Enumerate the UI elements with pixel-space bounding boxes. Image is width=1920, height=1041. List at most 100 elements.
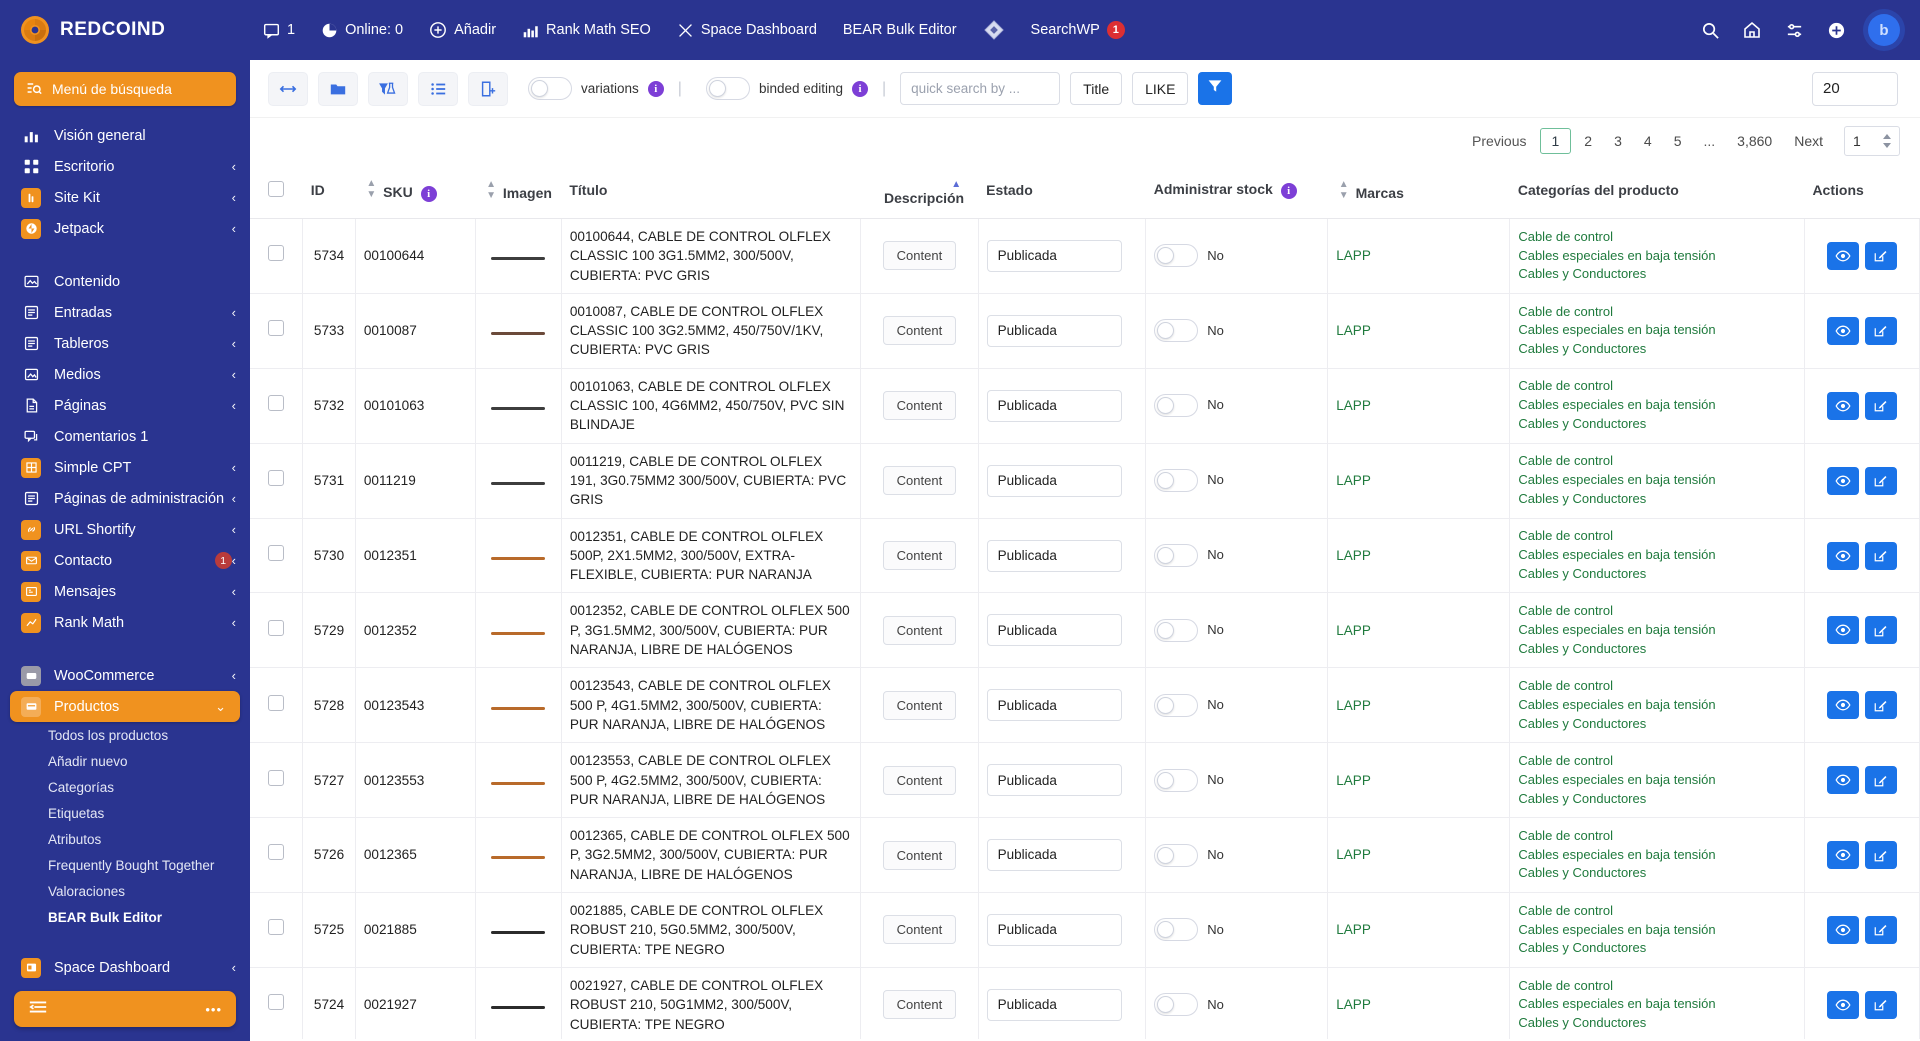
sidebar-item-rank-math[interactable]: Rank Math ‹ xyxy=(0,607,250,638)
view-product-button[interactable] xyxy=(1826,691,1859,720)
submenu-valoraciones[interactable]: Valoraciones xyxy=(0,878,250,904)
th-imagen[interactable]: ▲ ▼ Imagen xyxy=(475,164,562,219)
edit-product-button[interactable] xyxy=(1864,990,1897,1019)
th-sku[interactable]: ▲ ▼ SKU i xyxy=(355,164,476,219)
brand-link[interactable]: LAPP xyxy=(1336,847,1371,862)
collapse-menu-button[interactable]: ••• xyxy=(14,991,236,1027)
sort-icon[interactable]: ▲ ▼ xyxy=(1339,179,1349,201)
row-checkbox[interactable] xyxy=(268,919,285,936)
pagination-stepper[interactable] xyxy=(1876,126,1898,156)
submenu-atributos[interactable]: Atributos xyxy=(0,826,250,852)
select-all-checkbox[interactable] xyxy=(268,180,285,197)
sidebar-item-comentarios[interactable]: Comentarios 1 xyxy=(0,421,250,452)
manage-stock-toggle[interactable] xyxy=(1154,544,1199,567)
category-link[interactable]: Cable de control xyxy=(1518,527,1796,546)
sidebar-item-site-kit[interactable]: Site Kit ‹ xyxy=(0,182,250,213)
content-button[interactable]: Content xyxy=(882,915,957,945)
cell-titulo[interactable]: 0012352, CABLE DE CONTROL OLFLEX 500 P, … xyxy=(561,592,862,669)
brand-link[interactable]: LAPP xyxy=(1336,548,1371,563)
cell-titulo[interactable]: 0011219, CABLE DE CONTROL OLFLEX 191, 3G… xyxy=(561,443,862,519)
cell-sku[interactable]: 0011219 xyxy=(355,443,476,519)
content-button[interactable]: Content xyxy=(882,690,957,720)
cell-sku[interactable]: 00101063 xyxy=(355,368,476,444)
ab-online[interactable]: Online: 0 xyxy=(308,0,416,60)
row-checkbox[interactable] xyxy=(268,544,285,561)
list-icon[interactable] xyxy=(418,71,458,106)
edit-product-button[interactable] xyxy=(1864,766,1897,795)
category-link[interactable]: Cables especiales en baja tensión xyxy=(1518,995,1796,1014)
view-product-button[interactable] xyxy=(1826,391,1859,420)
manage-stock-toggle[interactable] xyxy=(1154,394,1199,418)
submenu-frequently-bought-together[interactable]: Frequently Bought Together xyxy=(0,852,250,878)
pagination-page-3[interactable]: 3 xyxy=(1605,129,1631,153)
content-button[interactable]: Content xyxy=(882,316,957,346)
ab-searchwp[interactable]: SearchWP 1 xyxy=(1018,0,1138,60)
search-operator-select[interactable]: LIKE xyxy=(1132,72,1189,105)
status-select[interactable]: Publicada xyxy=(986,389,1122,422)
brand-link[interactable]: LAPP xyxy=(1336,773,1371,788)
view-product-button[interactable] xyxy=(1826,316,1859,345)
brand-logo-block[interactable]: REDCOIND xyxy=(0,0,250,60)
category-link[interactable]: Cables y Conductores xyxy=(1518,265,1796,284)
th-estado[interactable]: Estado xyxy=(978,164,1146,219)
category-link[interactable]: Cables especiales en baja tensión xyxy=(1518,321,1796,340)
status-select[interactable]: Publicada xyxy=(986,764,1122,797)
category-link[interactable]: Cable de control xyxy=(1518,677,1796,696)
sidebar-item-contacto[interactable]: Contacto 1 ‹ xyxy=(0,545,250,576)
row-checkbox[interactable] xyxy=(268,769,285,786)
content-button[interactable]: Content xyxy=(882,241,957,271)
view-product-button[interactable] xyxy=(1826,466,1859,495)
view-product-button[interactable] xyxy=(1826,915,1859,944)
sidebar-item-entradas[interactable]: Entradas ‹ xyxy=(0,297,250,328)
filter-flask-icon[interactable] xyxy=(368,71,408,106)
category-link[interactable]: Cables especiales en baja tensión xyxy=(1518,696,1796,715)
category-link[interactable]: Cable de control xyxy=(1518,452,1796,471)
th-categorias[interactable]: Categorías del producto xyxy=(1509,164,1805,219)
pagination-last-page[interactable]: 3,860 xyxy=(1728,129,1781,153)
cell-titulo[interactable]: 00101063, CABLE DE CONTROL OLFLEX CLASSI… xyxy=(561,368,862,444)
table-row[interactable]: 5731 0011219 0011219, CABLE DE CONTROL OLF… xyxy=(250,443,1920,519)
content-button[interactable]: Content xyxy=(882,990,957,1020)
ab-space-dashboard[interactable]: Space Dashboard xyxy=(664,0,830,60)
table-row[interactable]: 5724 0021927 0021927, CABLE DE CONTROL OLF… xyxy=(250,967,1920,1039)
arrows-horizontal-icon[interactable] xyxy=(268,71,308,106)
status-select[interactable]: Publicada xyxy=(986,239,1122,272)
status-select[interactable]: Publicada xyxy=(986,689,1122,722)
submenu-etiquetas[interactable]: Etiquetas xyxy=(0,800,250,826)
category-link[interactable]: Cables y Conductores xyxy=(1518,490,1796,509)
cell-imagen[interactable] xyxy=(475,293,562,369)
table-row[interactable]: 5732 00101063 00101063, CABLE DE CONTROL O… xyxy=(250,368,1920,444)
sidebar-item-escritorio[interactable]: Escritorio ‹ xyxy=(0,151,250,182)
category-link[interactable]: Cables especiales en baja tensión xyxy=(1518,921,1796,940)
manage-stock-toggle[interactable] xyxy=(1154,693,1199,717)
cell-titulo[interactable]: 0021885, CABLE DE CONTROL OLFLEX ROBUST … xyxy=(561,892,862,968)
brand-link[interactable]: LAPP xyxy=(1336,398,1371,413)
sidebar-item-mensajes[interactable]: Mensajes ‹ xyxy=(0,576,250,607)
category-link[interactable]: Cables especiales en baja tensión xyxy=(1518,546,1796,565)
cell-sku[interactable]: 0021927 xyxy=(355,967,476,1039)
sidebar-item-medios[interactable]: Medios ‹ xyxy=(0,359,250,390)
manage-stock-toggle[interactable] xyxy=(1154,319,1199,343)
variations-toggle[interactable] xyxy=(528,77,572,100)
info-icon[interactable]: i xyxy=(1280,182,1297,199)
avatar[interactable]: b xyxy=(1868,14,1900,46)
sort-icon[interactable]: ▲ ▼ xyxy=(366,178,376,200)
cell-imagen[interactable] xyxy=(475,592,562,669)
cell-titulo[interactable]: 00123543, CABLE DE CONTROL OLFLEX 500 P,… xyxy=(561,667,862,744)
submenu-categorias[interactable]: Categorías xyxy=(0,774,250,800)
sidebar-item-simple-cpt[interactable]: Simple CPT ‹ xyxy=(0,452,250,483)
status-select[interactable]: Publicada xyxy=(986,539,1122,572)
pagination-next[interactable]: Next xyxy=(1785,129,1832,153)
binded-editing-toggle[interactable] xyxy=(705,77,750,100)
category-link[interactable]: Cables especiales en baja tensión xyxy=(1518,471,1796,490)
cell-imagen[interactable] xyxy=(475,742,562,819)
cell-titulo[interactable]: 00123553, CABLE DE CONTROL OLFLEX 500 P,… xyxy=(561,742,862,819)
row-checkbox[interactable] xyxy=(268,694,285,711)
edit-product-button[interactable] xyxy=(1864,541,1897,570)
th-administrar-stock[interactable]: Administrar stock i xyxy=(1145,164,1328,219)
pagination-page-5[interactable]: 5 xyxy=(1665,129,1691,153)
submenu-bear-bulk-editor[interactable]: BEAR Bulk Editor xyxy=(0,904,250,930)
category-link[interactable]: Cable de control xyxy=(1518,827,1796,846)
table-row[interactable]: 5726 0012365 0012365, CABLE DE CONTROL OLF… xyxy=(250,817,1920,894)
table-row[interactable]: 5729 0012352 0012352, CABLE DE CONTROL OLF… xyxy=(250,592,1920,669)
